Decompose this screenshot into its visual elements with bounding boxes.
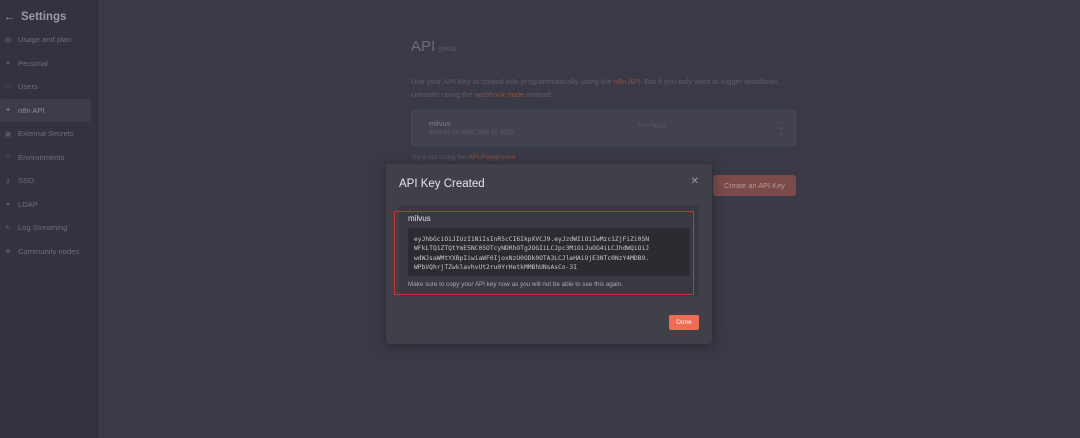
sidebar-item-ldap[interactable]: ● LDAP bbox=[0, 193, 91, 217]
desc-text-1: Use your API Key to control n8n programm… bbox=[411, 77, 614, 86]
modal-key-name: milvus bbox=[408, 214, 431, 223]
key-icon: ⚷ bbox=[5, 177, 11, 185]
arrow-left-icon[interactable]: ← bbox=[4, 11, 15, 23]
sidebar-item-label: External Secrets bbox=[18, 129, 74, 139]
n8n-api-link[interactable]: n8n API bbox=[614, 77, 641, 86]
token-line: WPbVQhrjTZwklavhvUt2ru0YrHetkMMBhUNsAsCo… bbox=[414, 264, 578, 272]
user-circle-icon: ● bbox=[5, 59, 11, 67]
page-title-text: API bbox=[411, 38, 436, 55]
sidebar-nav: ▤ Usage and plan ● Personal ⚇ Users ✦ n8n API ▣ E… bbox=[0, 28, 97, 263]
done-button[interactable]: Done bbox=[669, 315, 699, 330]
api-playground-link[interactable]: API Playground bbox=[468, 154, 515, 161]
copy-warning: Make sure to copy your API key now as yo… bbox=[408, 281, 623, 288]
app-root: ← Settings ▤ Usage and plan ● Personal ⚇ User… bbox=[0, 0, 1080, 438]
sidebar-item-label: Personal bbox=[18, 58, 48, 68]
page-title: API (beta) bbox=[411, 38, 456, 55]
token-line: eyJhbGciOiJIUzI1NiIsInR5cCI6IkpXVCJ9.eyJ… bbox=[414, 236, 650, 243]
settings-sidebar: ← Settings ▤ Usage and plan ● Personal ⚇ User… bbox=[0, 0, 98, 438]
playground-prefix: Try it out using the bbox=[411, 154, 469, 161]
api-key-card: milvus Expires on Wed, Sep 10 2025 *****… bbox=[411, 110, 796, 146]
api-key-created-modal: API Key Created ✕ milvus eyJhbGciOiJIUzI… bbox=[386, 164, 712, 344]
sidebar-item-label: Log Streaming bbox=[18, 223, 68, 233]
desc-text-3: instead. bbox=[524, 90, 553, 99]
sidebar-item-n8n-api[interactable]: ✦ n8n API bbox=[0, 98, 91, 122]
playground-hint: Try it out using the API Playground bbox=[411, 154, 515, 161]
sidebar-item-usage-and-plan[interactable]: ▤ Usage and plan bbox=[0, 28, 91, 52]
sidebar-item-label: SSO bbox=[18, 176, 35, 186]
sidebar-item-community-nodes[interactable]: ◈ Community nodes bbox=[0, 240, 91, 264]
sidebar-header[interactable]: ← Settings bbox=[0, 0, 97, 26]
users-icon: ⚇ bbox=[4, 83, 12, 91]
sync-icon: ↻ bbox=[5, 224, 11, 232]
user-lock-icon: ● bbox=[5, 200, 11, 208]
sidebar-item-environments[interactable]: ⑂ Environments bbox=[0, 146, 91, 170]
sidebar-item-sso[interactable]: ⚷ SSO bbox=[0, 169, 91, 193]
branch-icon: ⑂ bbox=[5, 153, 11, 161]
sidebar-item-label: Usage and plan bbox=[18, 35, 72, 45]
token-line: WFkLTQ1ZTQtYmE5NC05OTcyNDRhOTg2OGIiLCJpc… bbox=[414, 245, 650, 253]
close-icon[interactable]: ✕ bbox=[691, 176, 699, 187]
api-key-name: milvus bbox=[429, 119, 451, 128]
beta-badge: (beta) bbox=[438, 46, 457, 53]
api-key-token[interactable]: eyJhbGciOiJIUzI1NiIsInR5cCI6IkpXVCJ9.eyJ… bbox=[408, 228, 690, 276]
page-description: Use your API Key to control n8n programm… bbox=[411, 75, 791, 101]
more-vertical-icon[interactable]: · · · bbox=[780, 118, 783, 140]
vault-icon: ▣ bbox=[4, 130, 12, 138]
api-key-masked: ******p1k bbox=[638, 123, 666, 130]
cube-icon: ◈ bbox=[5, 248, 11, 256]
api-key-expiry: Expires on Wed, Sep 10 2025 bbox=[429, 129, 514, 136]
sidebar-item-log-streaming[interactable]: ↻ Log Streaming bbox=[0, 216, 91, 240]
sidebar-item-personal[interactable]: ● Personal bbox=[0, 52, 91, 76]
sidebar-item-label: Users bbox=[18, 82, 38, 92]
token-line: wdWJsaWMtYXBpIiwiaWF0IjoxNzU0ODk0OTA3LCJ… bbox=[414, 254, 650, 262]
sidebar-title: Settings bbox=[21, 11, 67, 23]
sidebar-item-label: LDAP bbox=[18, 199, 38, 209]
plug-icon: ✦ bbox=[5, 107, 11, 115]
sidebar-item-label: Environments bbox=[18, 152, 65, 162]
sidebar-item-label: Community nodes bbox=[18, 246, 80, 256]
create-api-key-button[interactable]: Create an API Key bbox=[713, 175, 796, 196]
webhook-node-link[interactable]: webhook node bbox=[475, 90, 524, 99]
sidebar-item-external-secrets[interactable]: ▣ External Secrets bbox=[0, 122, 91, 146]
chart-icon: ▤ bbox=[4, 36, 12, 44]
modal-title: API Key Created bbox=[399, 178, 485, 190]
sidebar-item-users[interactable]: ⚇ Users bbox=[0, 75, 91, 99]
sidebar-item-label: n8n API bbox=[18, 105, 45, 115]
